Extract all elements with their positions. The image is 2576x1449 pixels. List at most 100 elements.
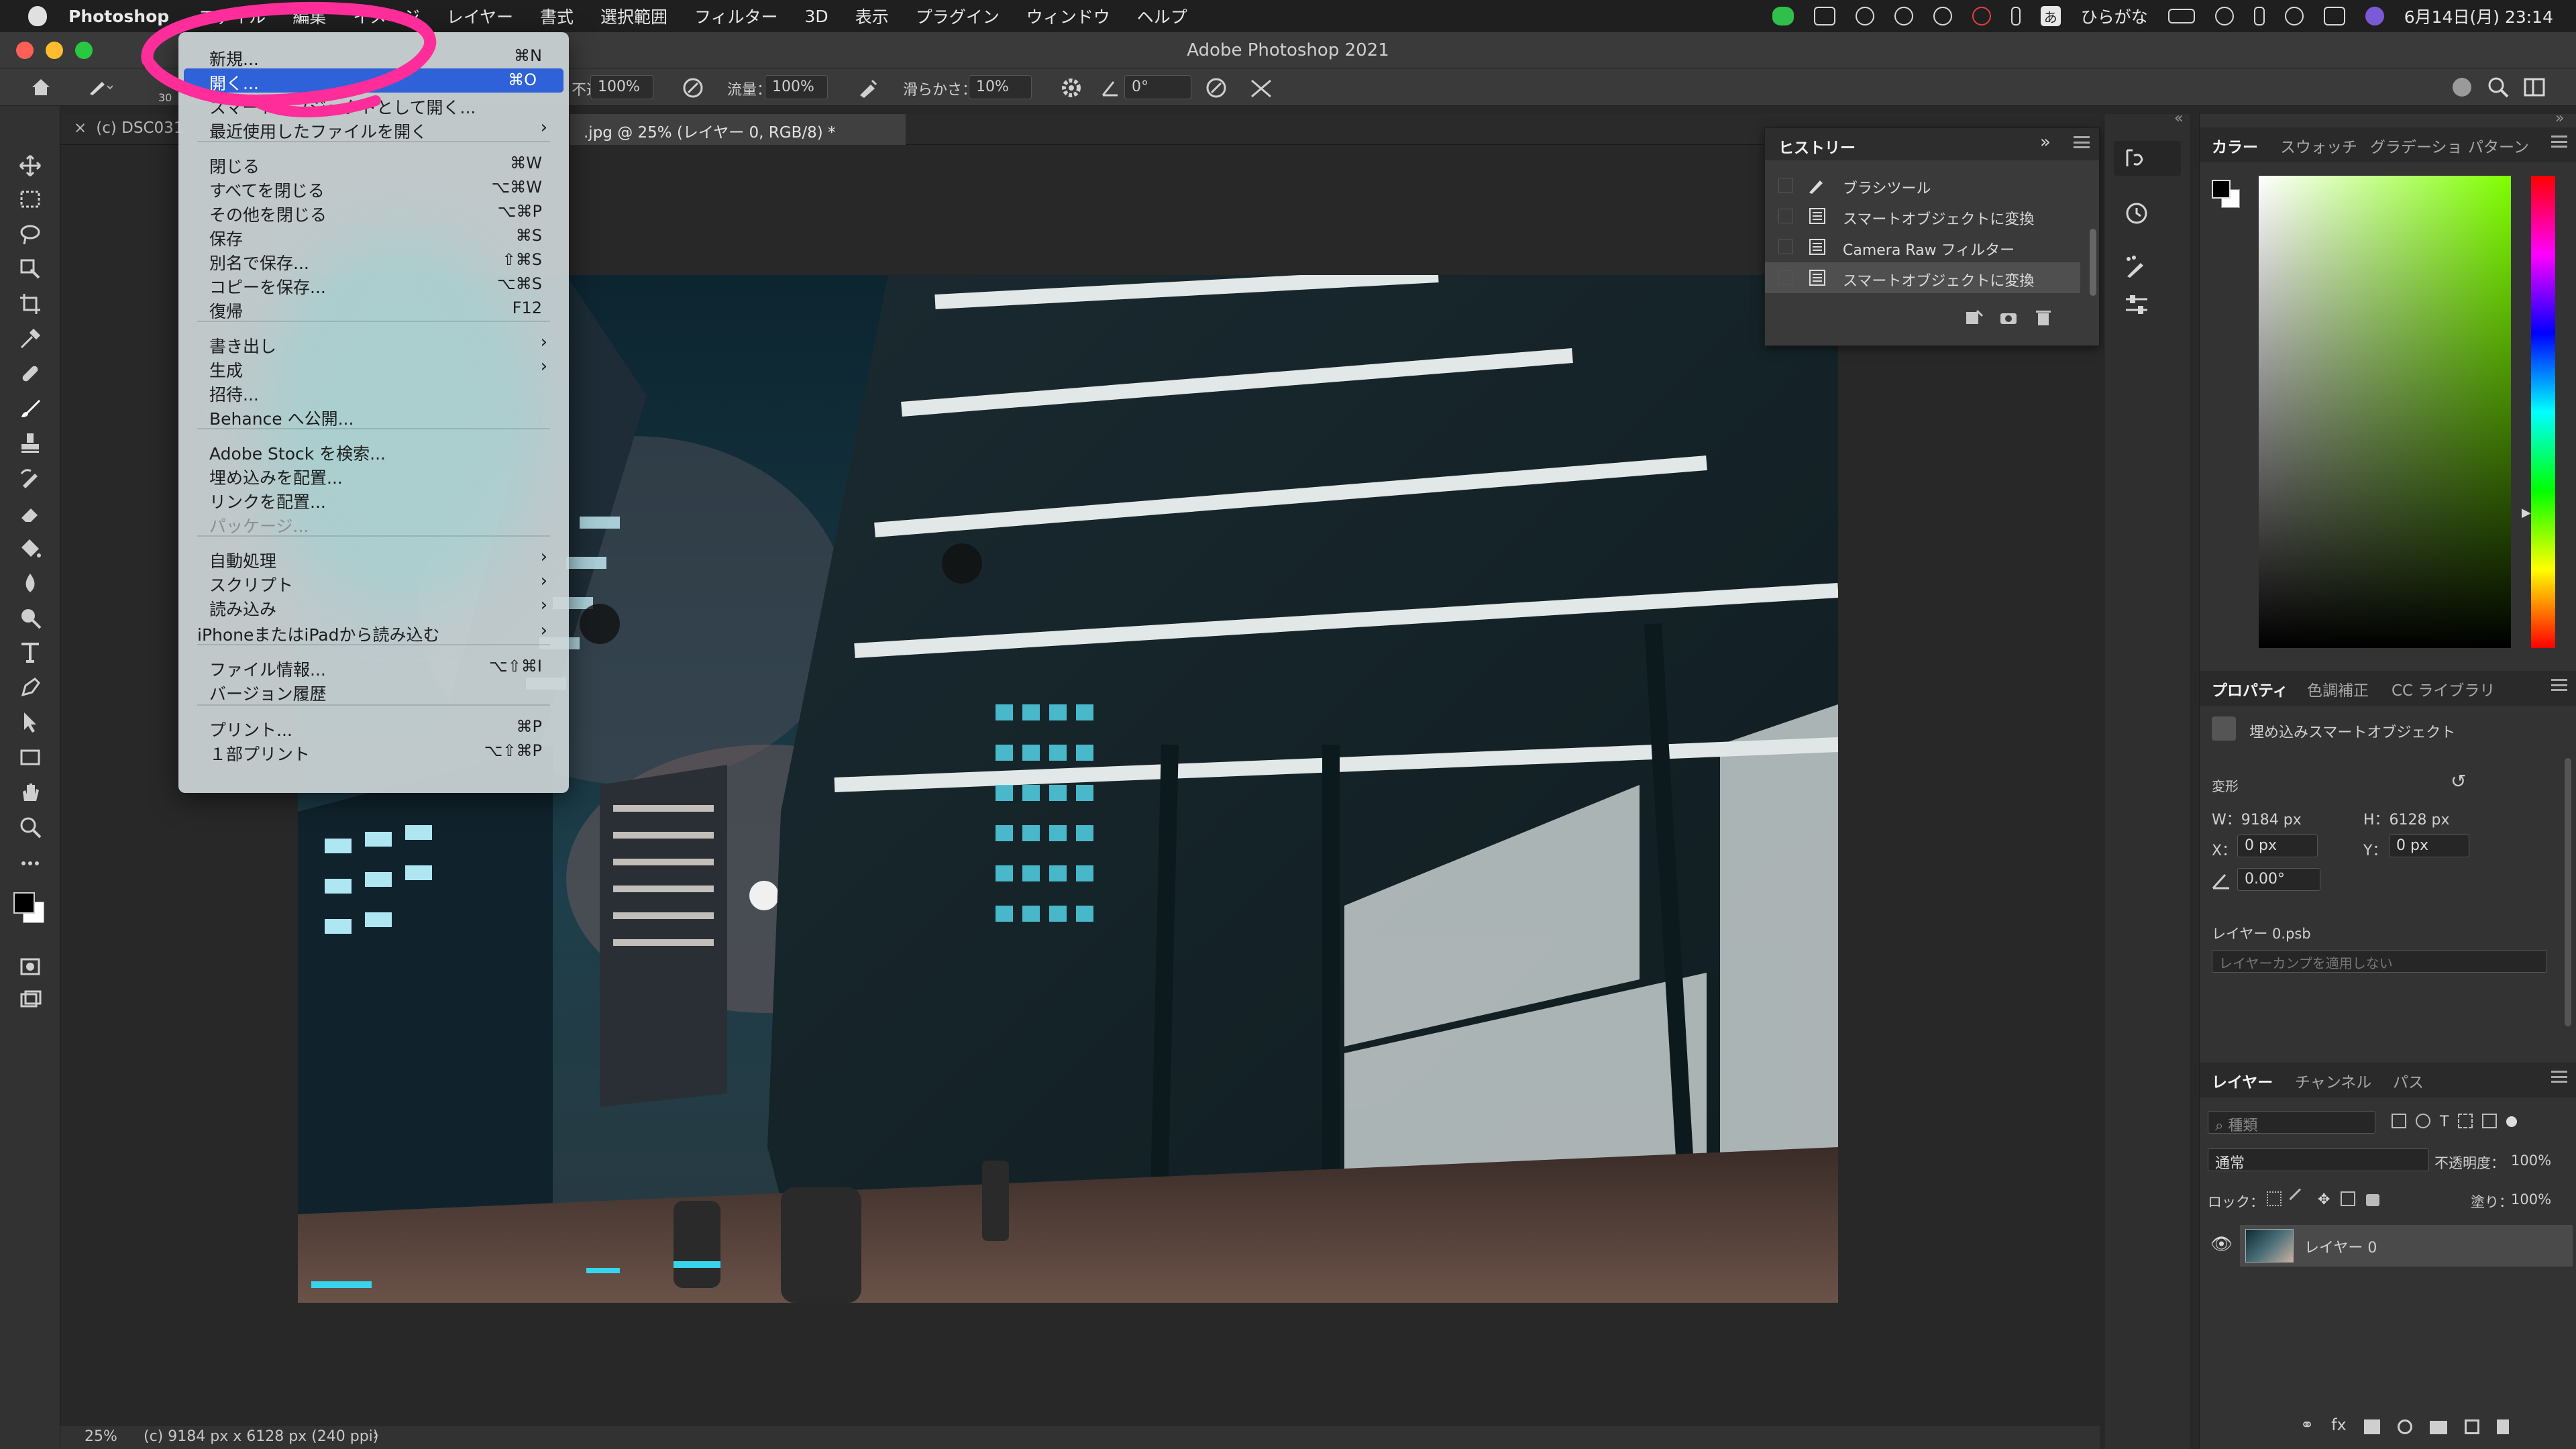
notification-icon[interactable] <box>1933 7 1952 25</box>
pen-tool-icon[interactable] <box>19 676 42 699</box>
panel-menu-icon[interactable] <box>2551 1071 2567 1083</box>
brush-preset-icon[interactable] <box>86 76 113 97</box>
history-item[interactable]: ブラシツール <box>1765 170 2080 201</box>
layer-comp-select[interactable]: レイヤーカンプを適用しない <box>2212 950 2547 973</box>
hue-slider-handle-icon[interactable]: ▶ <box>2522 506 2531 520</box>
menu-view[interactable]: 表示 <box>855 4 889 28</box>
menu-item[interactable]: 保存 ⌘S <box>178 224 569 249</box>
eye-visibility-icon[interactable]: 👁 <box>2210 1234 2233 1254</box>
history-snapshot-checkbox[interactable] <box>1778 178 1793 193</box>
healing-brush-tool-icon[interactable] <box>19 362 42 385</box>
chevron-right-icon[interactable]: › <box>373 1427 379 1444</box>
history-clock-icon[interactable] <box>2123 200 2150 227</box>
adjustments-sliders-icon[interactable] <box>2123 291 2150 318</box>
menu-item[interactable]: 復帰 F12 <box>178 297 569 321</box>
tab-color[interactable]: カラー <box>2212 134 2258 157</box>
clone-stamp-tool-icon[interactable] <box>19 432 42 455</box>
add-mask-icon[interactable] <box>2363 1419 2380 1434</box>
menu-item[interactable]: 自動処理 › <box>178 546 569 571</box>
lock-transparent-icon[interactable] <box>2267 1191 2282 1206</box>
angle-input[interactable]: 0.00° <box>2237 868 2320 891</box>
new-group-folder-icon[interactable] <box>2429 1421 2447 1434</box>
object-selection-tool-icon[interactable] <box>19 258 42 280</box>
history-brush-icon[interactable] <box>2123 146 2147 170</box>
menu-item[interactable]: iPhoneまたはiPadから読み込む › <box>178 620 569 645</box>
menu-item[interactable]: 招待... <box>178 380 569 405</box>
share-icon[interactable] <box>2450 75 2474 99</box>
lasso-tool-icon[interactable] <box>19 223 42 246</box>
width-value[interactable]: W：9184 px <box>2212 808 2302 829</box>
camera-snapshot-icon[interactable] <box>1998 308 2019 328</box>
workspace-icon[interactable] <box>2522 75 2546 99</box>
battery-icon[interactable] <box>2167 9 2195 23</box>
menu-item[interactable]: 別名で保存... ⇧⌘S <box>178 248 569 273</box>
screenshot-icon[interactable] <box>1813 7 1835 25</box>
menu-item[interactable]: コピーを保存... ⌥⌘S <box>178 272 569 297</box>
crop-tool-icon[interactable] <box>19 292 42 315</box>
history-snapshot-checkbox[interactable] <box>1778 239 1793 254</box>
type-tool-icon[interactable] <box>19 641 42 664</box>
blur-tool-icon[interactable] <box>19 572 42 594</box>
spotlight-search-icon[interactable] <box>2284 7 2304 25</box>
line-app-icon[interactable] <box>1772 7 1794 25</box>
brush-tool-icon[interactable] <box>19 397 42 420</box>
tab-layers[interactable]: レイヤー <box>2212 1069 2273 1092</box>
tab-adjustments[interactable]: 色調補正 <box>2307 678 2369 700</box>
tab-channels[interactable]: チャンネル <box>2295 1069 2371 1092</box>
menu-item[interactable]: Adobe Stock を検索... <box>178 439 569 464</box>
menu-item[interactable]: リンクを配置... <box>178 487 569 512</box>
document-tab-active[interactable]: .jpg @ 25% (レイヤー 0, RGB/8) * <box>570 114 906 145</box>
flow-input[interactable]: 100% <box>765 75 828 99</box>
color-swatches[interactable] <box>12 891 50 928</box>
smoothing-input[interactable]: 10% <box>969 75 1032 99</box>
lock-all-icon[interactable] <box>2366 1194 2380 1206</box>
home-icon[interactable] <box>30 76 52 97</box>
rectangle-tool-icon[interactable] <box>19 746 42 769</box>
tab-paths[interactable]: パス <box>2393 1069 2424 1092</box>
tab-cc-libraries[interactable]: CC ライブラリ <box>2392 678 2495 700</box>
filter-shape-icon[interactable] <box>2458 1114 2473 1128</box>
new-document-from-state-icon[interactable] <box>1964 308 1984 328</box>
creative-cloud-icon[interactable] <box>1894 7 1913 25</box>
airbrush-icon[interactable] <box>856 76 879 99</box>
close-tab-icon[interactable]: × <box>74 119 87 137</box>
menu-plugins[interactable]: プラグイン <box>916 4 1000 28</box>
menubar-clock[interactable]: 6月14日(月) 23:14 <box>2404 4 2553 28</box>
opacity-input[interactable]: 100% <box>590 75 653 99</box>
menu-item[interactable]: プリント... ⌘P <box>178 715 569 740</box>
pressure-opacity-icon[interactable] <box>682 76 704 99</box>
menu-type[interactable]: 書式 <box>540 4 574 28</box>
history-panel-title[interactable]: ヒストリー <box>1778 135 1856 158</box>
dodge-tool-icon[interactable] <box>19 606 42 629</box>
trash-icon[interactable] <box>2033 308 2053 328</box>
lock-artboard-icon[interactable] <box>2341 1191 2356 1206</box>
bluetooth-icon[interactable] <box>2253 7 2265 25</box>
panel-menu-icon[interactable] <box>2551 679 2567 691</box>
brush-settings-icon[interactable] <box>2123 254 2150 280</box>
collapse-strip-icon[interactable]: « <box>2174 110 2183 127</box>
height-value[interactable]: H：6128 px <box>2363 808 2450 829</box>
quick-mask-icon[interactable] <box>19 955 42 978</box>
menu-item[interactable]: 書き出し › <box>178 331 569 356</box>
panel-menu-icon[interactable] <box>2551 136 2567 148</box>
move-tool-icon[interactable] <box>19 154 42 177</box>
zoom-tool-icon[interactable] <box>19 816 42 839</box>
search-icon[interactable] <box>2486 75 2510 99</box>
history-snapshot-checkbox[interactable] <box>1778 209 1793 223</box>
tab-swatches[interactable]: スウォッチ <box>2280 134 2357 157</box>
layer-filter-search[interactable]: ⌕ 種類 <box>2208 1111 2375 1134</box>
menu-item[interactable]: その他を閉じる ⌥⌘P <box>178 200 569 225</box>
wifi-icon[interactable] <box>2214 7 2234 25</box>
marquee-tool-icon[interactable] <box>19 188 42 211</box>
more-tools-icon[interactable] <box>19 852 42 875</box>
history-snapshot-checkbox[interactable] <box>1778 270 1793 285</box>
symmetry-icon[interactable] <box>1249 76 1273 99</box>
alert-badge-icon[interactable] <box>1972 7 1991 25</box>
collapse-panels-icon[interactable]: » <box>2555 110 2564 127</box>
menu-item[interactable]: すべてを閉じる ⌥⌘W <box>178 176 569 201</box>
history-brush-tool-icon[interactable] <box>19 467 42 490</box>
menu-help[interactable]: ヘルプ <box>1137 4 1187 28</box>
x-position-input[interactable]: 0 px <box>2237 835 2318 857</box>
new-adjustment-layer-icon[interactable] <box>2397 1419 2412 1434</box>
history-item[interactable]: スマートオブジェクトに変換 <box>1765 201 2080 231</box>
